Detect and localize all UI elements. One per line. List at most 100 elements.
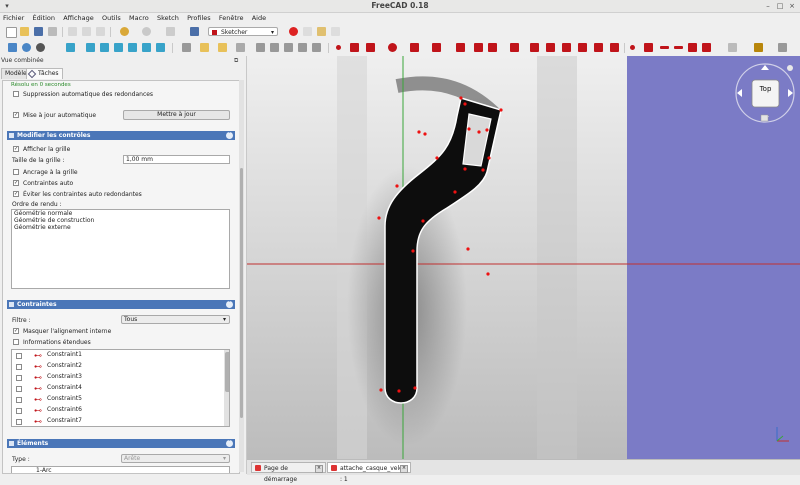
- menu-aide[interactable]: Aide: [249, 13, 269, 23]
- constraint-checkbox[interactable]: [16, 364, 22, 370]
- constraint-point-on-object-icon[interactable]: [644, 43, 653, 52]
- constraint-checkbox[interactable]: [16, 397, 22, 403]
- paste-icon[interactable]: [96, 27, 105, 36]
- list-item[interactable]: Géométrie externe: [12, 224, 229, 231]
- menu-fenetre[interactable]: Fenêtre: [216, 13, 247, 23]
- fit-all-icon[interactable]: [8, 43, 17, 52]
- view-top-icon[interactable]: [100, 43, 109, 52]
- toggle-driving-icon[interactable]: [778, 43, 787, 52]
- filter-select[interactable]: Tous ▾: [121, 315, 230, 324]
- menu-sketch[interactable]: Sketch: [154, 13, 182, 23]
- redo-icon[interactable]: [142, 27, 151, 36]
- list-item[interactable]: 1-Arc: [12, 467, 229, 473]
- cut-icon[interactable]: [68, 27, 77, 36]
- menu-edition[interactable]: Édition: [29, 13, 58, 23]
- sketch-point[interactable]: [481, 168, 485, 172]
- constraint-checkbox[interactable]: [16, 419, 22, 425]
- close-tab-icon[interactable]: ×: [315, 465, 323, 473]
- sketch-point[interactable]: [499, 108, 503, 112]
- constraint-list[interactable]: ⊷ Constraint1 ⊷ Constraint2 ⊷ Constraint…: [11, 349, 230, 427]
- avoid-redundant-checkbox[interactable]: ✓: [13, 191, 19, 197]
- stop-macro-icon[interactable]: [303, 27, 312, 36]
- constraint-perpendicular-icon[interactable]: [702, 43, 711, 52]
- tab-document[interactable]: attache_casque_velo : 1 ×: [327, 462, 411, 483]
- carbon-copy-icon[interactable]: [594, 43, 603, 52]
- validate-sketch-icon[interactable]: [312, 43, 321, 52]
- copy-icon[interactable]: [82, 27, 91, 36]
- constraint-checkbox[interactable]: [16, 353, 22, 359]
- view-bottom-icon[interactable]: [142, 43, 151, 52]
- grid-snap-checkbox[interactable]: [13, 169, 19, 175]
- leave-sketch-icon[interactable]: [256, 43, 265, 52]
- list-item[interactable]: ⊷ Constraint3: [16, 373, 82, 383]
- fit-selection-icon[interactable]: [22, 43, 31, 52]
- grid-size-field[interactable]: 1,00 mm: [123, 155, 230, 164]
- constraint-checkbox[interactable]: [16, 408, 22, 414]
- elements-header[interactable]: Éléments ˄: [7, 439, 235, 448]
- sketch-point[interactable]: [467, 127, 471, 131]
- constraint-vertical-icon[interactable]: [660, 46, 669, 49]
- close-icon[interactable]: ×: [788, 2, 796, 10]
- sketch-canvas[interactable]: [247, 56, 800, 459]
- constraint-block-icon[interactable]: [754, 43, 763, 52]
- constraint-symmetric-icon[interactable]: [728, 43, 737, 52]
- menu-outils[interactable]: Outils: [99, 13, 124, 23]
- sketch-point[interactable]: [395, 184, 399, 188]
- point-icon[interactable]: [336, 45, 341, 50]
- sketch-point[interactable]: [377, 216, 381, 220]
- sketch-point[interactable]: [413, 386, 417, 390]
- auto-update-checkbox[interactable]: ✓: [13, 112, 19, 118]
- sketch-point[interactable]: [486, 272, 490, 276]
- scrollbar-thumb[interactable]: [240, 168, 243, 418]
- sketch-point[interactable]: [435, 156, 439, 160]
- run-macro-icon[interactable]: [331, 27, 340, 36]
- list-item[interactable]: Géométrie normale: [12, 210, 229, 217]
- view-isometric-icon[interactable]: [66, 43, 75, 52]
- map-sketch-icon[interactable]: [284, 43, 293, 52]
- list-item[interactable]: ⊷ Constraint7: [16, 417, 82, 426]
- rectangle-icon[interactable]: [474, 43, 483, 52]
- external-geometry-icon[interactable]: [578, 43, 587, 52]
- tab-start-page[interactable]: Page de démarrage ×: [251, 462, 326, 483]
- show-grid-checkbox[interactable]: ✓: [13, 146, 19, 152]
- hide-internal-checkbox[interactable]: ✓: [13, 328, 19, 334]
- tab-taches[interactable]: Tâches: [26, 68, 63, 79]
- sketch-point[interactable]: [487, 156, 491, 160]
- sketch-point[interactable]: [411, 249, 415, 253]
- float-panel-icon[interactable]: ⧉: [234, 57, 238, 65]
- view-sketch-icon[interactable]: [270, 43, 279, 52]
- list-item[interactable]: ⊷ Constraint5: [16, 395, 82, 405]
- sketch-point[interactable]: [485, 128, 489, 132]
- sketch-point[interactable]: [379, 388, 383, 392]
- measure-icon[interactable]: [182, 43, 191, 52]
- sketch-point[interactable]: [423, 132, 427, 136]
- list-item[interactable]: ⊷ Constraint6: [16, 406, 82, 416]
- sketch-point[interactable]: [463, 167, 467, 171]
- maximize-icon[interactable]: □: [776, 2, 784, 10]
- list-item[interactable]: ⊷ Constraint2: [16, 362, 82, 372]
- extend-icon[interactable]: [562, 43, 571, 52]
- construction-mode-icon[interactable]: [610, 43, 619, 52]
- render-order-list[interactable]: Géométrie normale Géométrie de construct…: [11, 209, 230, 289]
- constraint-checkbox[interactable]: [16, 375, 22, 381]
- polyline-icon[interactable]: [456, 43, 465, 52]
- draw-style-icon[interactable]: [36, 43, 45, 52]
- edit-macro-icon[interactable]: [317, 27, 326, 36]
- constraint-list-scrollbar[interactable]: [224, 350, 229, 426]
- line-icon[interactable]: [350, 43, 359, 52]
- navcube-rotate-icon[interactable]: [787, 65, 793, 71]
- conic-icon[interactable]: [410, 43, 419, 52]
- menu-affichage[interactable]: Affichage: [60, 13, 97, 23]
- 3d-view[interactable]: Top: [247, 56, 800, 459]
- element-list[interactable]: 1-Arc: [11, 466, 230, 473]
- new-file-icon[interactable]: [6, 27, 17, 38]
- sketch-point[interactable]: [417, 130, 421, 134]
- navcube-menu-icon[interactable]: [760, 114, 769, 122]
- view-left-icon[interactable]: [156, 43, 165, 52]
- folder-icon[interactable]: [200, 43, 209, 52]
- auto-constraints-checkbox[interactable]: ✓: [13, 180, 19, 186]
- constraint-horizontal-icon[interactable]: [674, 46, 683, 49]
- close-tab-icon[interactable]: ×: [400, 465, 408, 473]
- print-icon[interactable]: [48, 27, 57, 36]
- arc-icon[interactable]: [366, 43, 375, 52]
